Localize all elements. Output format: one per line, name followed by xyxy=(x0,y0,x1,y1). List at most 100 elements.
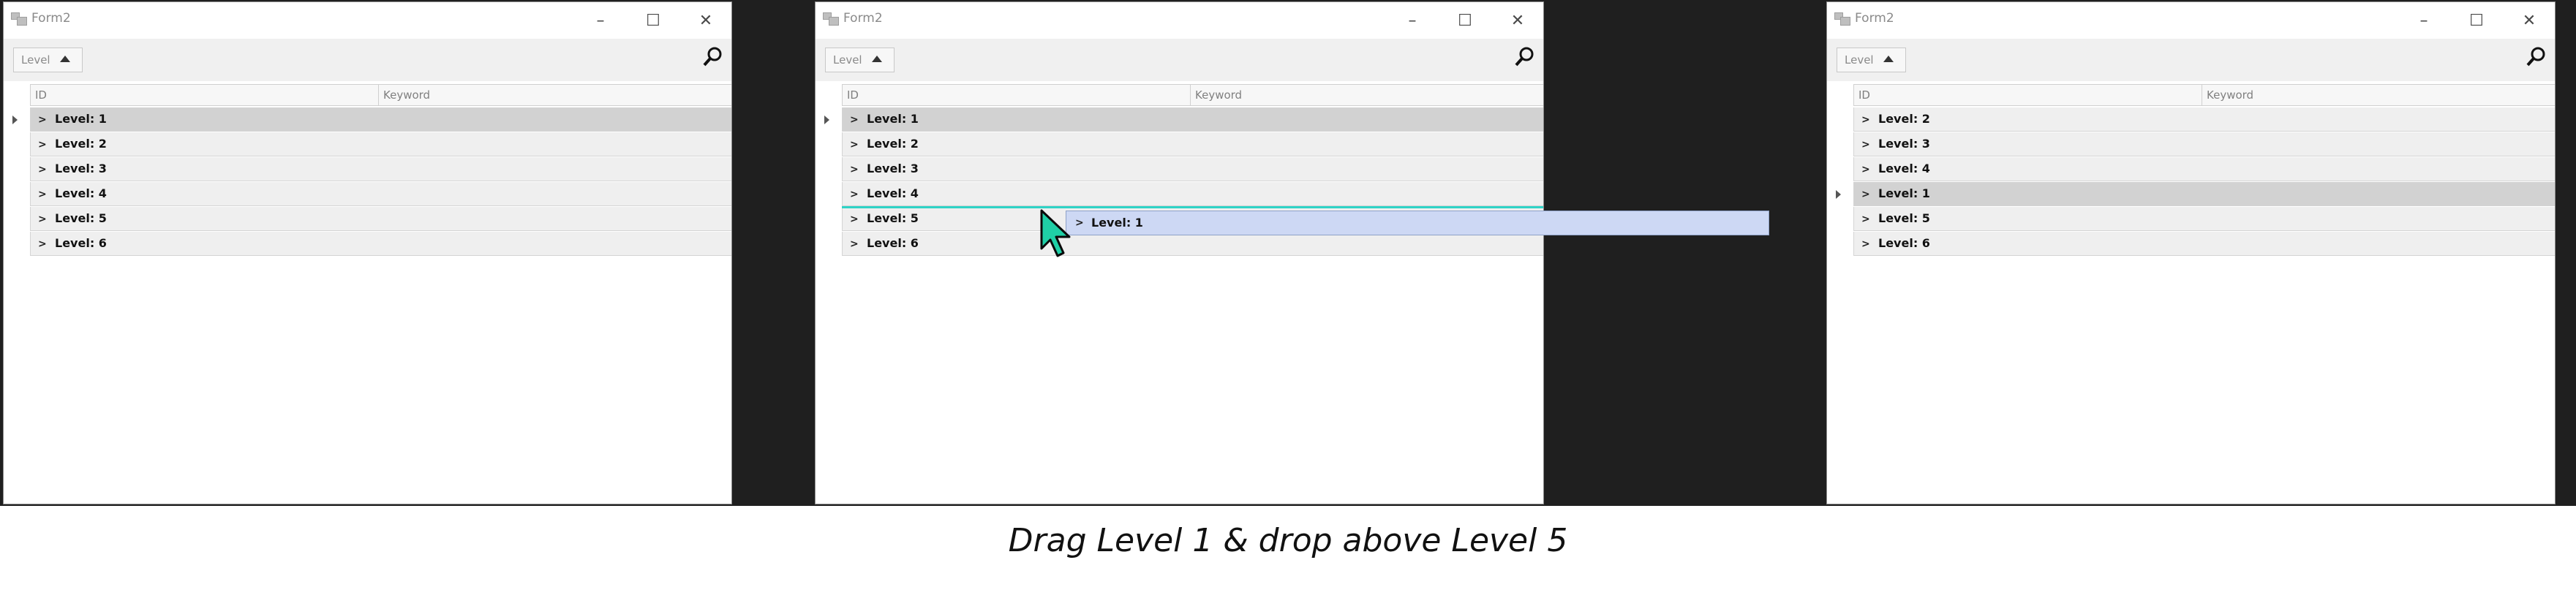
minimize-icon[interactable]: – xyxy=(2398,4,2449,37)
row-label: Level: 4 xyxy=(867,186,919,200)
row-label: Level: 5 xyxy=(1878,211,1930,225)
row-label: Level: 3 xyxy=(1878,137,1930,151)
drag-ghost-label: Level: 1 xyxy=(1091,216,1143,230)
toolbar: Level xyxy=(816,39,1543,81)
row-label: Level: 4 xyxy=(1878,162,1930,175)
row-label: Level: 3 xyxy=(867,162,919,175)
tree-row[interactable]: > Level: 1 xyxy=(30,107,731,132)
tree-row[interactable]: > Level: 2 xyxy=(30,132,731,156)
row-label: Level: 6 xyxy=(55,236,107,250)
row-label: Level: 2 xyxy=(867,137,919,151)
column-header-id[interactable]: ID xyxy=(1854,85,2202,105)
tree-row[interactable]: > Level: 2 xyxy=(842,132,1543,156)
close-icon[interactable]: ✕ xyxy=(2504,4,2555,37)
form-window-after: Form2 – ☐ ✕ Level ID Keyword > Level: 2 >… xyxy=(1826,1,2556,504)
tree-row[interactable]: > Level: 3 xyxy=(1853,132,2555,156)
chevron-right-icon[interactable]: > xyxy=(850,189,859,200)
grid-header: ID Keyword xyxy=(842,84,1543,106)
tree-grid: ID Keyword > Level: 1 > Level: 2 > Level: 3… xyxy=(4,81,731,504)
row-label: Level: 1 xyxy=(867,112,919,126)
caption: Drag Level 1 & drop above Level 5 xyxy=(1008,522,1568,559)
search-icon[interactable] xyxy=(1514,45,1536,69)
tree-row[interactable]: > Level: 1 xyxy=(1853,182,2555,206)
tree-row[interactable]: > Level: 6 xyxy=(1853,232,2555,256)
chevron-right-icon[interactable]: > xyxy=(1861,189,1870,200)
minimize-icon[interactable]: – xyxy=(1387,4,1438,37)
column-header-keyword[interactable]: Keyword xyxy=(378,85,731,105)
level-sort-dropdown[interactable]: Level xyxy=(13,48,83,72)
sort-ascending-icon xyxy=(60,56,70,62)
chevron-right-icon[interactable]: > xyxy=(38,114,47,126)
level-dropdown-label: Level xyxy=(1845,53,1874,67)
chevron-right-icon: > xyxy=(1075,217,1084,229)
current-row-indicator-icon xyxy=(824,116,829,124)
row-label: Level: 2 xyxy=(1878,112,1930,126)
tree-row[interactable]: > Level: 4 xyxy=(30,182,731,206)
tree-row[interactable]: > Level: 1 xyxy=(842,107,1543,132)
chevron-right-icon[interactable]: > xyxy=(38,213,47,225)
title-bar[interactable]: Form2 – ☐ ✕ xyxy=(4,2,731,39)
chevron-right-icon[interactable]: > xyxy=(38,164,47,175)
tree-row[interactable]: > Level: 6 xyxy=(30,232,731,256)
row-label: Level: 5 xyxy=(867,211,919,225)
window-title: Form2 xyxy=(843,11,883,26)
level-dropdown-label: Level xyxy=(21,53,50,67)
search-icon[interactable] xyxy=(702,45,724,69)
mouse-cursor-icon xyxy=(1040,209,1071,257)
sort-ascending-icon xyxy=(872,56,882,62)
row-label: Level: 6 xyxy=(867,236,919,250)
tree-grid: ID Keyword > Level: 1 > Level: 2 > Level: 3… xyxy=(816,81,1543,504)
tree-row[interactable]: > Level: 4 xyxy=(1853,157,2555,181)
chevron-right-icon[interactable]: > xyxy=(1861,238,1870,250)
close-icon[interactable]: ✕ xyxy=(680,4,731,37)
chevron-right-icon[interactable]: > xyxy=(850,164,859,175)
sort-ascending-icon xyxy=(1883,56,1894,62)
row-label: Level: 6 xyxy=(1878,236,1930,250)
maximize-icon[interactable]: ☐ xyxy=(1439,4,1491,37)
toolbar: Level xyxy=(4,39,731,81)
row-label: Level: 2 xyxy=(55,137,107,151)
level-sort-dropdown[interactable]: Level xyxy=(825,48,895,72)
tree-row[interactable]: > Level: 2 xyxy=(1853,107,2555,132)
search-icon[interactable] xyxy=(2526,45,2547,69)
chevron-right-icon[interactable]: > xyxy=(38,189,47,200)
close-icon[interactable]: ✕ xyxy=(1492,4,1543,37)
tree-row[interactable]: > Level: 4 xyxy=(842,182,1543,206)
chevron-right-icon[interactable]: > xyxy=(1861,213,1870,225)
minimize-icon[interactable]: – xyxy=(575,4,626,37)
title-bar[interactable]: Form2 – ☐ ✕ xyxy=(1827,2,2555,39)
level-sort-dropdown[interactable]: Level xyxy=(1837,48,1906,72)
tree-row[interactable]: > Level: 5 xyxy=(1853,207,2555,231)
chevron-right-icon[interactable]: > xyxy=(38,139,47,151)
chevron-right-icon[interactable]: > xyxy=(850,139,859,151)
tree-row[interactable]: > Level: 3 xyxy=(30,157,731,181)
current-row-indicator-icon xyxy=(12,116,18,124)
chevron-right-icon[interactable]: > xyxy=(850,213,859,225)
chevron-right-icon[interactable]: > xyxy=(850,238,859,250)
app-icon xyxy=(11,12,29,27)
chevron-right-icon[interactable]: > xyxy=(1861,164,1870,175)
app-icon xyxy=(1834,12,1852,27)
chevron-right-icon[interactable]: > xyxy=(1861,114,1870,126)
maximize-icon[interactable]: ☐ xyxy=(2451,4,2502,37)
row-label: Level: 1 xyxy=(55,112,107,126)
form-window-before: Form2 – ☐ ✕ Level ID Keyword > Level: 1 >… xyxy=(3,1,732,504)
column-header-id[interactable]: ID xyxy=(31,85,378,105)
toolbar: Level xyxy=(1827,39,2555,81)
tree-grid: ID Keyword > Level: 2 > Level: 3 > Level: 4… xyxy=(1827,81,2555,504)
chevron-right-icon[interactable]: > xyxy=(850,114,859,126)
tree-row[interactable]: > Level: 3 xyxy=(842,157,1543,181)
drag-ghost-row: > Level: 1 xyxy=(1066,211,1769,235)
maximize-icon[interactable]: ☐ xyxy=(628,4,679,37)
current-row-indicator-icon xyxy=(1836,190,1841,199)
title-bar[interactable]: Form2 – ☐ ✕ xyxy=(816,2,1543,39)
column-header-id[interactable]: ID xyxy=(843,85,1190,105)
tree-row[interactable]: > Level: 5 xyxy=(30,207,731,231)
chevron-right-icon[interactable]: > xyxy=(1861,139,1870,151)
column-header-keyword[interactable]: Keyword xyxy=(2202,85,2555,105)
column-header-keyword[interactable]: Keyword xyxy=(1190,85,1543,105)
chevron-right-icon[interactable]: > xyxy=(38,238,47,250)
row-label: Level: 3 xyxy=(55,162,107,175)
form-window-dragging: Form2 – ☐ ✕ Level ID Keyword > Level: 1 >… xyxy=(815,1,1544,504)
level-dropdown-label: Level xyxy=(833,53,862,67)
